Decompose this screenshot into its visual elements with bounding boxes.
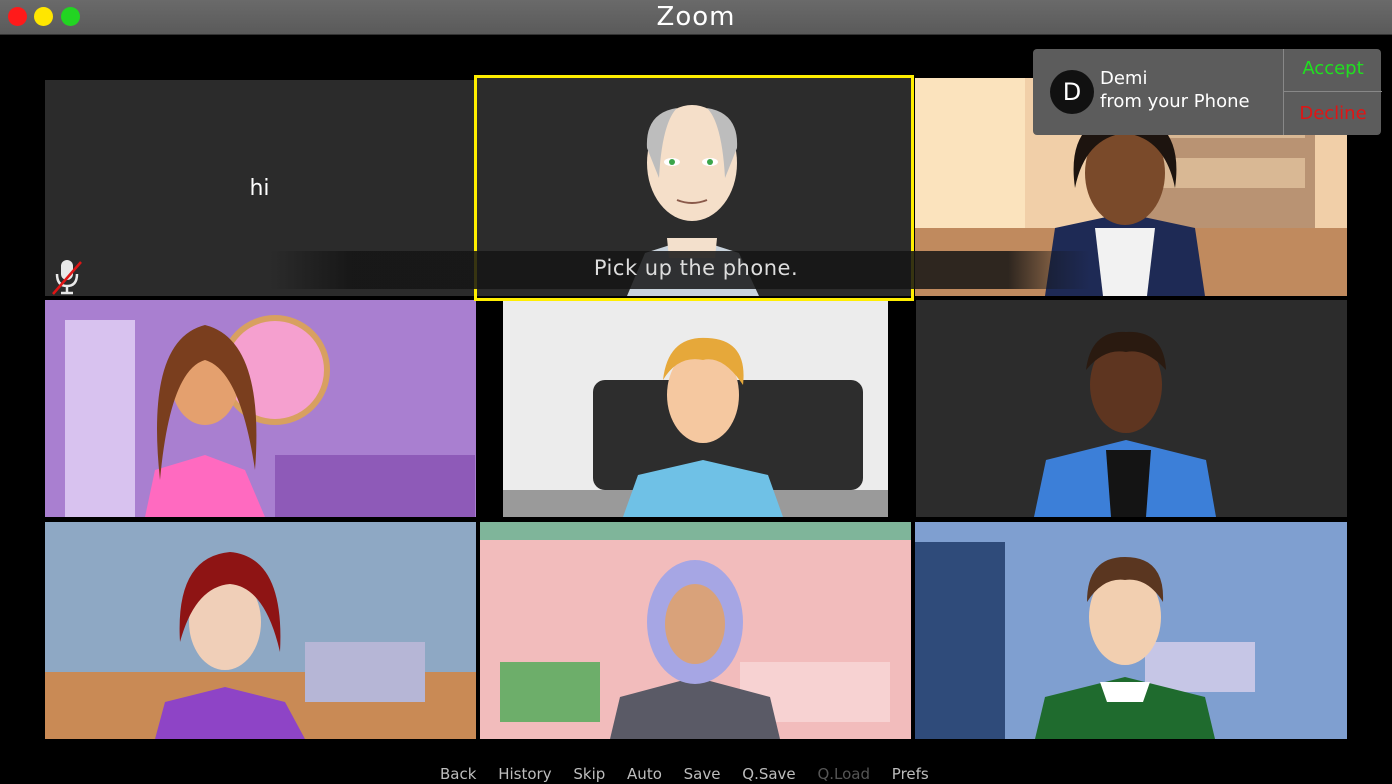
caller-source: from your Phone xyxy=(1100,91,1250,112)
save-button[interactable]: Save xyxy=(684,765,721,783)
caller-name: Demi xyxy=(1100,68,1148,89)
quick-load-button[interactable]: Q.Load xyxy=(817,765,870,783)
history-button[interactable]: History xyxy=(498,765,551,783)
prefs-button[interactable]: Prefs xyxy=(892,765,929,783)
window-title: Zoom xyxy=(656,2,736,32)
back-button[interactable]: Back xyxy=(440,765,476,783)
auto-button[interactable]: Auto xyxy=(627,765,662,783)
man-with-couch-image xyxy=(503,300,888,517)
woman-in-purple-room-image xyxy=(45,300,476,517)
video-tile-hijab-woman[interactable] xyxy=(480,522,911,739)
man-plaid-shirt-image xyxy=(1034,331,1216,517)
video-tile-brunette-woman[interactable] xyxy=(45,300,476,517)
accept-call-button[interactable]: Accept xyxy=(1284,49,1382,92)
video-tile-blonde-man[interactable] xyxy=(503,300,888,517)
quick-save-button[interactable]: Q.Save xyxy=(742,765,795,783)
decline-call-button[interactable]: Decline xyxy=(1284,92,1382,135)
dialogue-text: Pick up the phone. xyxy=(593,256,799,280)
video-tile-brown-haired-man[interactable] xyxy=(915,522,1347,739)
incoming-call-notification: D Demi from your Phone Accept Decline xyxy=(1033,49,1382,135)
self-tile-text: hi xyxy=(249,176,270,201)
video-tile-red-haired-woman[interactable] xyxy=(45,522,476,739)
skip-button[interactable]: Skip xyxy=(573,765,605,783)
caller-info: Demi from your Phone xyxy=(1100,67,1250,113)
muted-microphone-icon xyxy=(52,260,82,295)
woman-in-bedroom-image xyxy=(45,522,476,739)
man-blue-room-image xyxy=(915,522,1347,739)
video-tile-curly-haired-man[interactable] xyxy=(916,300,1347,517)
call-actions: Accept Decline xyxy=(1283,49,1382,135)
title-bar: Zoom xyxy=(0,0,1392,35)
woman-pink-room-image xyxy=(480,522,911,739)
caller-avatar: D xyxy=(1050,70,1094,114)
quick-menu: Back History Skip Auto Save Q.Save Q.Loa… xyxy=(440,765,946,784)
